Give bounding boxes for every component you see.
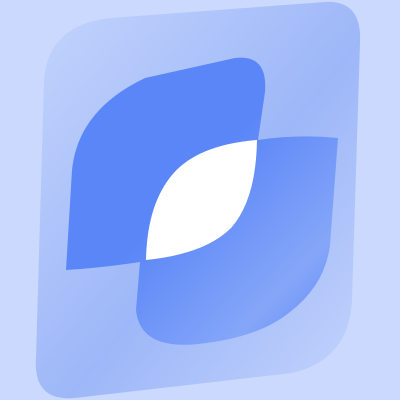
leaf-swirl-logo-icon: [0, 0, 400, 400]
app-icon-canvas: [0, 0, 400, 400]
